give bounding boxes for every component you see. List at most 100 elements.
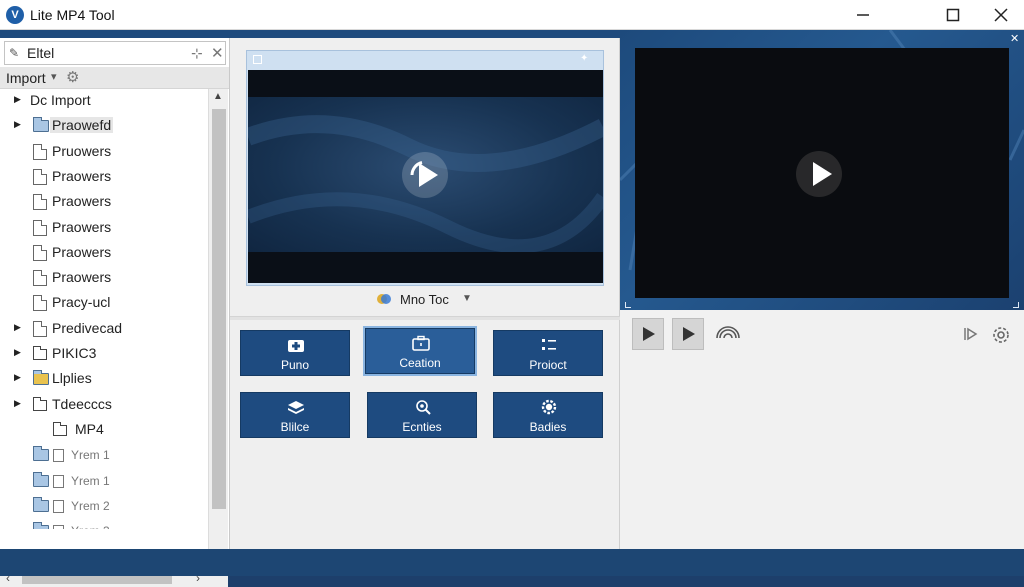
scrollbar-thumb[interactable] [212,109,226,509]
scroll-up-icon[interactable]: ▲ [213,91,223,102]
play-icon [683,327,695,341]
frame-square-icon [253,55,262,64]
tree-item[interactable]: Praowers [0,241,208,265]
tree-item[interactable]: Yrem 1 [0,443,208,467]
search-gear-icon [416,400,431,415]
tree-item[interactable]: ▶ Predivecad [0,317,208,341]
gear-icon[interactable]: ⚙ [66,68,79,86]
source-video[interactable] [248,70,603,283]
import-dropdown[interactable]: Import ▾ ⚙ [0,67,229,89]
close-button[interactable] [978,0,1024,30]
folder-icon [53,421,67,436]
tree-item-label: MP4 [75,420,104,437]
expand-arrow-icon[interactable]: ▶ [14,398,24,409]
source-preview-frame: ✦ [246,50,604,286]
minimize-button[interactable] [840,0,886,30]
tree-item[interactable]: Praowers [0,165,208,189]
frame-step-icon[interactable] [962,326,978,342]
document-icon [33,143,47,160]
document-icon [53,499,64,513]
document-icon [53,474,64,488]
tree-item[interactable]: ▶ Dc Import [0,89,208,113]
tree-item[interactable]: Yrem 1 [0,469,208,493]
cast-icon[interactable] [716,324,740,344]
panel-divider [230,316,620,320]
play-button[interactable] [402,152,448,198]
folder-icon [33,370,49,386]
tree-item-label: Praowers [52,167,112,184]
background-band [230,30,620,38]
tile-badies[interactable]: Badies [493,392,603,438]
expand-arrow-icon[interactable]: ▶ [14,372,24,383]
tree-item[interactable]: Praowers [0,266,208,290]
tile-ceation[interactable]: Ceation [365,328,475,374]
tree-item[interactable]: MP4 [0,418,208,442]
chevron-down-icon: ▾ [51,71,57,83]
tree-item-label: Yrem 1 [71,473,110,488]
import-label: Import [6,70,46,86]
tree-item[interactable]: Pruowers [0,140,208,164]
document-icon [53,525,64,529]
tree-item-label: Dc Import [30,92,91,108]
tree-item[interactable]: Praowers [0,216,208,240]
tree-item[interactable]: ▶ Llplies [0,367,208,391]
layers-icon [288,401,304,414]
tree-item-label: Llplies [52,370,92,387]
program-video[interactable] [635,48,1009,298]
program-panel: ✕ [620,30,1024,549]
expand-arrow-icon[interactable]: ▶ [14,347,24,358]
tree-item[interactable]: ▶ PIKIC3 [0,342,208,366]
tree-item-label: Yrem 1 [71,448,110,463]
document-icon [33,219,47,236]
expand-arrow-icon[interactable]: ▶ [14,322,24,333]
tree-item-label: Predivecad [52,319,123,336]
close-icon[interactable]: ✕ [1010,32,1019,45]
tree-item[interactable]: ▶ Tdeecccs [0,393,208,417]
file-tree: ▶ Dc Import ▶ Praowefd Pruowers Praowers Praow… [0,89,208,529]
medkit-icon [288,340,304,352]
playback-controls [620,316,1024,352]
step-forward-button[interactable] [672,318,704,350]
tile-blilce[interactable]: Blilce [240,392,350,438]
vertical-scrollbar[interactable]: ▲ ▼ [208,89,228,567]
tile-proioct[interactable]: Proioct [493,330,603,376]
play-button[interactable] [796,151,842,197]
folder-icon [33,396,47,411]
panel-close-icon[interactable]: ✕ [211,44,224,62]
app-window: V Lite MP4 Tool ✎ ⊹ ✕ Import ▾ ⚙ ▶ Dc Imp… [0,0,1024,587]
play-icon [643,327,655,341]
tile-puno[interactable]: Puno [240,330,350,376]
expand-arrow-icon[interactable]: ▶ [14,94,24,105]
tree-item[interactable]: Yrem 2 [0,494,208,518]
tree-item-label: Praowers [52,243,112,260]
tile-ecnties[interactable]: Ecnties [367,392,477,438]
document-icon [33,270,47,287]
tree-item[interactable]: Yrem 3 [0,519,208,529]
mode-icon [377,294,391,304]
expand-arrow-icon[interactable]: ▶ [14,119,24,130]
corner-mark [1013,302,1019,308]
pin-icon[interactable]: ⊹ [191,45,203,62]
tree-item[interactable]: Praowers [0,190,208,214]
window-title: Lite MP4 Tool [30,7,115,23]
video-frame [248,97,603,252]
document-icon [53,449,64,463]
title-bar: V Lite MP4 Tool [0,0,1024,30]
source-panel: ✦ Mno Toc ▼ Puno Ceation Proioct Blilce Ecn [230,38,620,549]
play-button[interactable] [632,318,664,350]
folder-icon [33,117,49,133]
folder-icon [33,446,49,462]
maximize-button[interactable] [930,0,976,30]
tree-item-label: Praowefd [50,117,114,134]
gear-icon [541,399,557,415]
settings-gear-icon[interactable] [990,324,1012,346]
tree-item-label: Pracy-ucl [52,294,111,311]
filter-box: ✎ ⊹ ✕ [4,41,226,65]
tile-label: Ceation [399,356,441,370]
filter-input[interactable] [27,44,167,62]
folder-icon [33,522,49,529]
play-icon [410,161,438,187]
tree-item[interactable]: ▶ Praowefd [0,114,208,138]
frame-pin-icon: ✦ [580,53,589,64]
tree-item[interactable]: Pracy-ucl [0,291,208,315]
